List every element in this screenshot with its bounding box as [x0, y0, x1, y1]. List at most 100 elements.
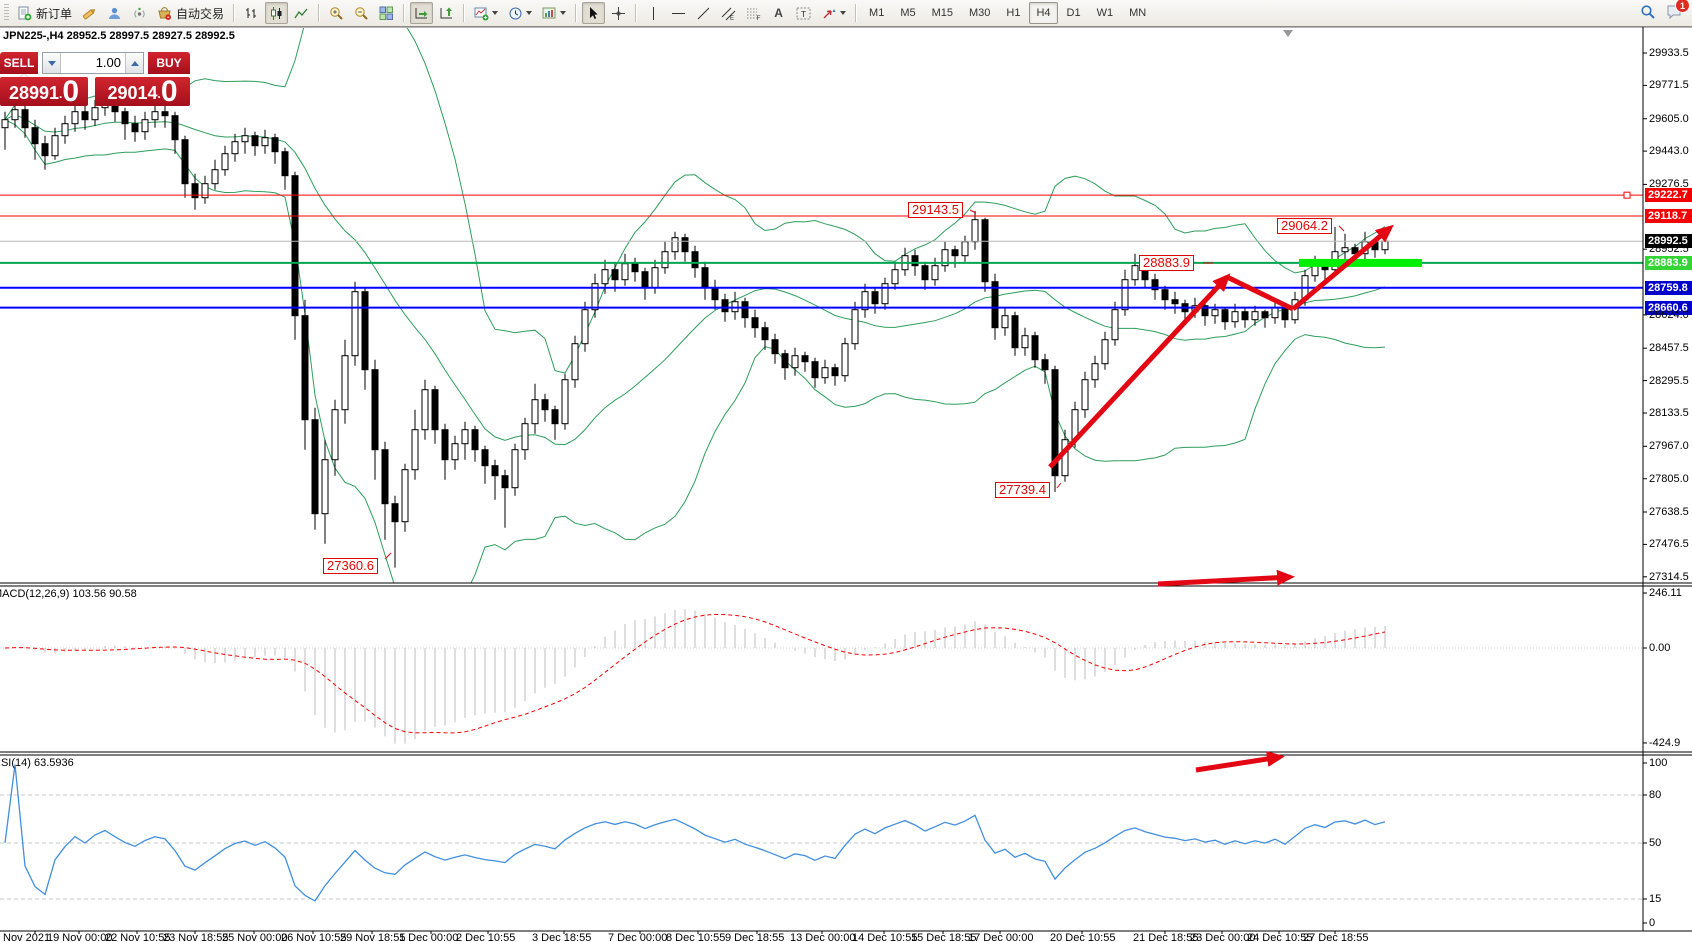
candle-body	[392, 504, 398, 522]
candle-body	[1252, 312, 1258, 320]
text-label-tool-button[interactable]: T	[792, 2, 816, 24]
horizontal-line-icon	[671, 6, 686, 21]
bar-chart-mode-button[interactable]	[240, 2, 263, 24]
candle-body	[662, 252, 668, 268]
timeframe-button-h4[interactable]: H4	[1029, 2, 1057, 24]
timeframe-button-mn[interactable]: MN	[1122, 2, 1153, 24]
candle-body	[852, 310, 858, 344]
candle-body	[602, 270, 608, 284]
timeframe-button-m5[interactable]: M5	[893, 2, 922, 24]
trendline-tool-button[interactable]	[692, 2, 715, 24]
fibonacci-tool-button[interactable]: F	[742, 2, 765, 24]
template-icon	[542, 6, 557, 21]
candle-body	[532, 400, 538, 424]
svg-text:F: F	[757, 15, 761, 21]
templates-button[interactable]	[538, 2, 570, 24]
buy-button[interactable]: BUY	[148, 52, 190, 74]
line-chart-mode-button[interactable]	[290, 2, 313, 24]
svg-text:T: T	[801, 9, 806, 19]
timeframe-button-d1[interactable]: D1	[1060, 2, 1088, 24]
candle-body	[922, 266, 928, 280]
candle-body	[872, 292, 878, 304]
chevron-down-icon	[526, 11, 532, 15]
tile-windows-icon	[379, 6, 394, 21]
equidistant-channel-icon: E	[721, 6, 736, 21]
trend-arrow	[1050, 277, 1227, 467]
volume-increase-button[interactable]	[125, 53, 143, 73]
toolbar-separator	[575, 4, 577, 22]
candle-body	[1142, 266, 1148, 280]
candle-body	[652, 268, 658, 288]
candle-body	[562, 380, 568, 424]
candlestick-mode-button[interactable]	[265, 2, 288, 24]
volume-decrease-button[interactable]	[43, 53, 61, 73]
profile-button[interactable]	[103, 2, 126, 24]
crayon-tool-button[interactable]	[78, 2, 101, 24]
candle-body	[292, 176, 298, 316]
timeframe-group: M1M5M15M30H1H4D1W1MN	[861, 2, 1154, 24]
timeframe-button-m1[interactable]: M1	[862, 2, 891, 24]
cursor-tool-button[interactable]	[582, 2, 605, 24]
vertical-line-icon	[646, 6, 661, 21]
channel-tool-button[interactable]: E	[717, 2, 740, 24]
indicators-button[interactable]	[470, 2, 502, 24]
tile-windows-button[interactable]	[375, 2, 398, 24]
vertical-line-tool-button[interactable]	[642, 2, 665, 24]
candle-body	[932, 266, 938, 280]
buy-price-display[interactable]: 29014.0	[95, 77, 190, 106]
candle-body	[352, 292, 358, 356]
auto-scroll-button[interactable]	[410, 2, 433, 24]
candle-body	[952, 250, 958, 256]
candle-body	[252, 136, 258, 146]
crosshair-icon	[611, 6, 626, 21]
chart-canvas[interactable]	[0, 0, 1692, 942]
sell-price-display[interactable]: 28991.0	[0, 77, 88, 106]
volume-value[interactable]: 1.00	[61, 53, 125, 73]
timeframe-button-w1[interactable]: W1	[1090, 2, 1121, 24]
candle-body	[802, 356, 808, 362]
fibonacci-icon: F	[746, 6, 761, 21]
candle-body	[1232, 312, 1238, 322]
search-button[interactable]	[1636, 1, 1660, 23]
arrows-tool-button[interactable]	[818, 2, 850, 24]
toolbar-separator	[635, 4, 637, 22]
toolbar-grip[interactable]	[4, 4, 9, 22]
chevron-down-icon	[492, 11, 498, 15]
notifications-button[interactable]: 1	[1662, 1, 1687, 23]
candle-body	[182, 140, 188, 184]
trend-arrow	[1196, 757, 1280, 770]
zoom-out-button[interactable]	[350, 2, 373, 24]
clock-icon	[508, 6, 523, 21]
profile-icon	[107, 6, 122, 21]
toolbar-separator	[403, 4, 405, 22]
auto-trading-button[interactable]: 自动交易	[153, 2, 228, 24]
candle-body	[272, 138, 278, 152]
text-tool-button[interactable]: A	[767, 2, 790, 24]
annotation-connector	[1057, 483, 1061, 488]
periods-button[interactable]	[504, 2, 536, 24]
zoom-in-button[interactable]	[325, 2, 348, 24]
candle-body	[12, 110, 18, 120]
horizontal-line-tool-button[interactable]	[667, 2, 690, 24]
auto-trading-icon	[157, 6, 172, 21]
candle-body	[382, 450, 388, 504]
new-order-button[interactable]: 新订单	[13, 2, 76, 24]
candle-body	[452, 444, 458, 460]
timeframe-button-m30[interactable]: M30	[962, 2, 997, 24]
timeframe-button-h1[interactable]: H1	[999, 2, 1027, 24]
crosshair-tool-button[interactable]	[607, 2, 630, 24]
candle-body	[672, 238, 678, 252]
candle-body	[232, 142, 238, 154]
chart-shift-button[interactable]	[435, 2, 458, 24]
text-label-icon: T	[796, 6, 812, 21]
candle-body	[172, 116, 178, 140]
auto-scroll-icon	[414, 6, 429, 21]
sell-price-pip: 0	[62, 78, 79, 106]
broadcast-button[interactable]	[128, 2, 151, 24]
timeframe-button-m15[interactable]: M15	[925, 2, 960, 24]
text-tool-label: A	[774, 6, 783, 20]
candle-body	[642, 272, 648, 288]
candle-body	[72, 112, 78, 124]
candle-body	[432, 390, 438, 430]
sell-button[interactable]: SELL	[0, 52, 38, 74]
